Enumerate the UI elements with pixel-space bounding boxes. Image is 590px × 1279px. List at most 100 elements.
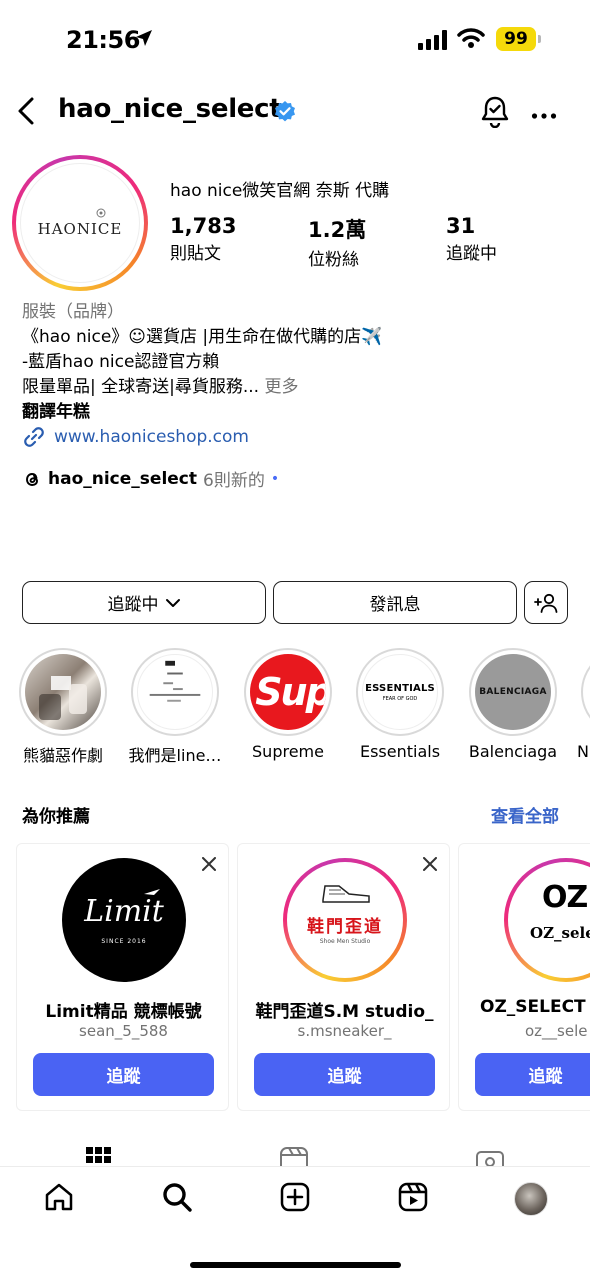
profile-header: hao_nice_select: [0, 88, 590, 134]
see-all-link[interactable]: 查看全部: [491, 802, 559, 827]
shoe-studio-logo-sub: Shoe Men Studio: [319, 938, 371, 945]
follow-button[interactable]: 追蹤: [33, 1053, 214, 1096]
wifi-icon: [457, 27, 485, 53]
website-url: www.haoniceshop.com: [54, 427, 249, 447]
suggestion-handle: oz__sele: [525, 1022, 588, 1040]
link-icon: [24, 427, 44, 447]
suggestion-avatar[interactable]: OZ OZ_sele: [504, 858, 590, 982]
balenciaga-logo-text: BALENCIAGA: [479, 687, 547, 697]
follow-button-label: 追蹤: [528, 1067, 563, 1087]
following-stat[interactable]: 31 追蹤中: [446, 214, 497, 264]
highlight-item[interactable]: ESSENTIALS FEAR OF GOD Essentials: [345, 648, 455, 761]
following-button[interactable]: 追蹤中: [22, 581, 266, 624]
followers-stat[interactable]: 1.2萬 位粉絲: [308, 214, 366, 270]
bio-line: 《hao nice》☺選貨店 |用生命在做代購的店✈️: [22, 327, 383, 347]
following-count: 31: [446, 214, 476, 238]
profile-bio: 服裝（品牌） 《hao nice》☺選貨店 |用生命在做代購的店✈️ -藍盾ha…: [22, 300, 582, 425]
shoe-studio-logo-text: 鞋門歪道: [307, 917, 383, 937]
oz-logo-text: OZ: [542, 880, 588, 915]
following-label: 追蹤中: [446, 244, 497, 264]
create-post-icon[interactable]: [279, 1181, 311, 1213]
suggestion-card[interactable]: OZ OZ_sele OZ_SELECT oz__sele 追蹤: [458, 843, 590, 1111]
back-arrow-icon[interactable]: [14, 96, 40, 126]
more-options-icon[interactable]: [531, 105, 557, 124]
location-arrow-icon: [134, 28, 154, 52]
battery-level: 99: [496, 27, 536, 51]
followers-count: 1.2萬: [308, 218, 367, 242]
essentials-logo-sub: FEAR OF GOD: [382, 695, 418, 702]
profile-avatar-tab[interactable]: [514, 1182, 548, 1216]
highlight-label: N: [577, 742, 589, 761]
dismiss-suggestion-icon[interactable]: [202, 856, 216, 875]
suggestion-card[interactable]: Limit SINCE 2016 Limit精品 競標帳號 sean_5_588…: [16, 843, 229, 1111]
message-button[interactable]: 發訊息: [273, 581, 517, 624]
oz-logo-sub: OZ_sele: [530, 924, 590, 942]
highlight-label: Essentials: [359, 742, 441, 761]
bio-line: 限量單品| 全球寄送|尋貨服務...: [22, 377, 260, 397]
profile-tabs: [0, 1144, 590, 1166]
suggestion-handle: s.msneaker_: [297, 1022, 392, 1040]
suggestion-avatar[interactable]: 鞋門歪道 Shoe Men Studio: [283, 858, 407, 982]
search-icon[interactable]: [161, 1181, 193, 1213]
highlight-cover: BALENCIAGA: [475, 654, 551, 730]
followers-label: 位粉絲: [308, 250, 359, 270]
message-button-label: 發訊息: [369, 595, 421, 615]
tagged-tab-icon[interactable]: [475, 1148, 505, 1166]
highlight-label: Supreme: [252, 742, 324, 761]
limit-logo-text: Limit: [84, 894, 164, 929]
status-bar: 21:56 99: [0, 0, 590, 80]
highlight-cover: [137, 654, 213, 730]
bio-line-with-more: 限量單品| 全球寄送|尋貨服務... 更多: [22, 375, 582, 400]
cellular-signal-icon: [418, 30, 450, 54]
avatar-logo-text: HAONICE: [37, 220, 123, 238]
bio-more-link[interactable]: 更多: [264, 377, 298, 397]
highlight-label: 我們是line…: [128, 746, 222, 765]
grid-tab-icon[interactable]: [86, 1147, 111, 1166]
profile-category: 服裝（品牌）: [22, 302, 124, 322]
translate-link[interactable]: 翻譯年糕: [22, 400, 582, 425]
profile-avatar[interactable]: HAONICE: [20, 163, 140, 283]
threads-unread-dot: •: [270, 470, 280, 487]
highlight-item[interactable]: Sup Supreme: [233, 648, 343, 761]
profile-username: hao_nice_select: [58, 94, 282, 124]
limit-logo-sub: SINCE 2016: [101, 938, 147, 945]
home-indicator: [190, 1262, 401, 1268]
suggestion-name: OZ_SELECT: [480, 997, 586, 1017]
suggested-for-you-title: 為你推薦: [22, 807, 90, 827]
chevron-down-icon: [165, 598, 180, 607]
follow-button[interactable]: 追蹤: [254, 1053, 435, 1096]
posts-stat[interactable]: 1,783 則貼文: [170, 214, 236, 264]
posts-label: 則貼文: [170, 244, 221, 264]
website-link[interactable]: www.haoniceshop.com: [22, 425, 249, 449]
story-highlights: 熊貓惡作劇 我們是line… Sup Supreme ESSENTIALS FE…: [0, 648, 590, 768]
highlight-item[interactable]: N: [570, 648, 590, 761]
suggestion-name: Limit精品 競標帳號: [45, 1002, 202, 1022]
dismiss-suggestion-icon[interactable]: [423, 856, 437, 875]
highlight-item[interactable]: 熊貓惡作劇: [8, 648, 118, 766]
reels-icon[interactable]: [397, 1181, 429, 1213]
battery-tip: [538, 35, 541, 43]
follow-button[interactable]: 追蹤: [475, 1053, 590, 1096]
suggest-people-button[interactable]: [524, 581, 568, 624]
notification-bell-icon[interactable]: [478, 94, 512, 132]
supreme-logo-text: Sup: [255, 670, 326, 714]
threads-icon: [26, 472, 38, 486]
home-icon[interactable]: [43, 1181, 75, 1213]
highlight-item[interactable]: 我們是line…: [120, 648, 230, 766]
essentials-logo-text: ESSENTIALS: [365, 682, 435, 694]
status-time: 21:56: [66, 26, 140, 54]
suggestion-name: 鞋門歪道S.M studio_: [255, 1002, 434, 1022]
threads-link[interactable]: hao_nice_select 6則新的 •: [22, 466, 279, 491]
suggestion-handle: sean_5_588: [79, 1022, 168, 1040]
highlight-item[interactable]: BALENCIAGA Balenciaga: [458, 648, 568, 761]
highlight-cover: [25, 654, 101, 730]
highlight-label: Balenciaga: [468, 742, 558, 761]
story-ring[interactable]: HAONICE: [12, 155, 148, 291]
following-button-label: 追蹤中: [107, 595, 159, 615]
highlight-cover: Sup: [250, 654, 326, 730]
highlight-cover: ESSENTIALS FEAR OF GOD: [362, 654, 438, 730]
verified-badge-icon: [273, 99, 297, 127]
suggestion-card[interactable]: 鞋門歪道 Shoe Men Studio 鞋門歪道S.M studio_ s.m…: [237, 843, 450, 1111]
suggestion-avatar[interactable]: Limit SINCE 2016: [62, 858, 186, 982]
reels-tab-icon[interactable]: [279, 1146, 309, 1166]
